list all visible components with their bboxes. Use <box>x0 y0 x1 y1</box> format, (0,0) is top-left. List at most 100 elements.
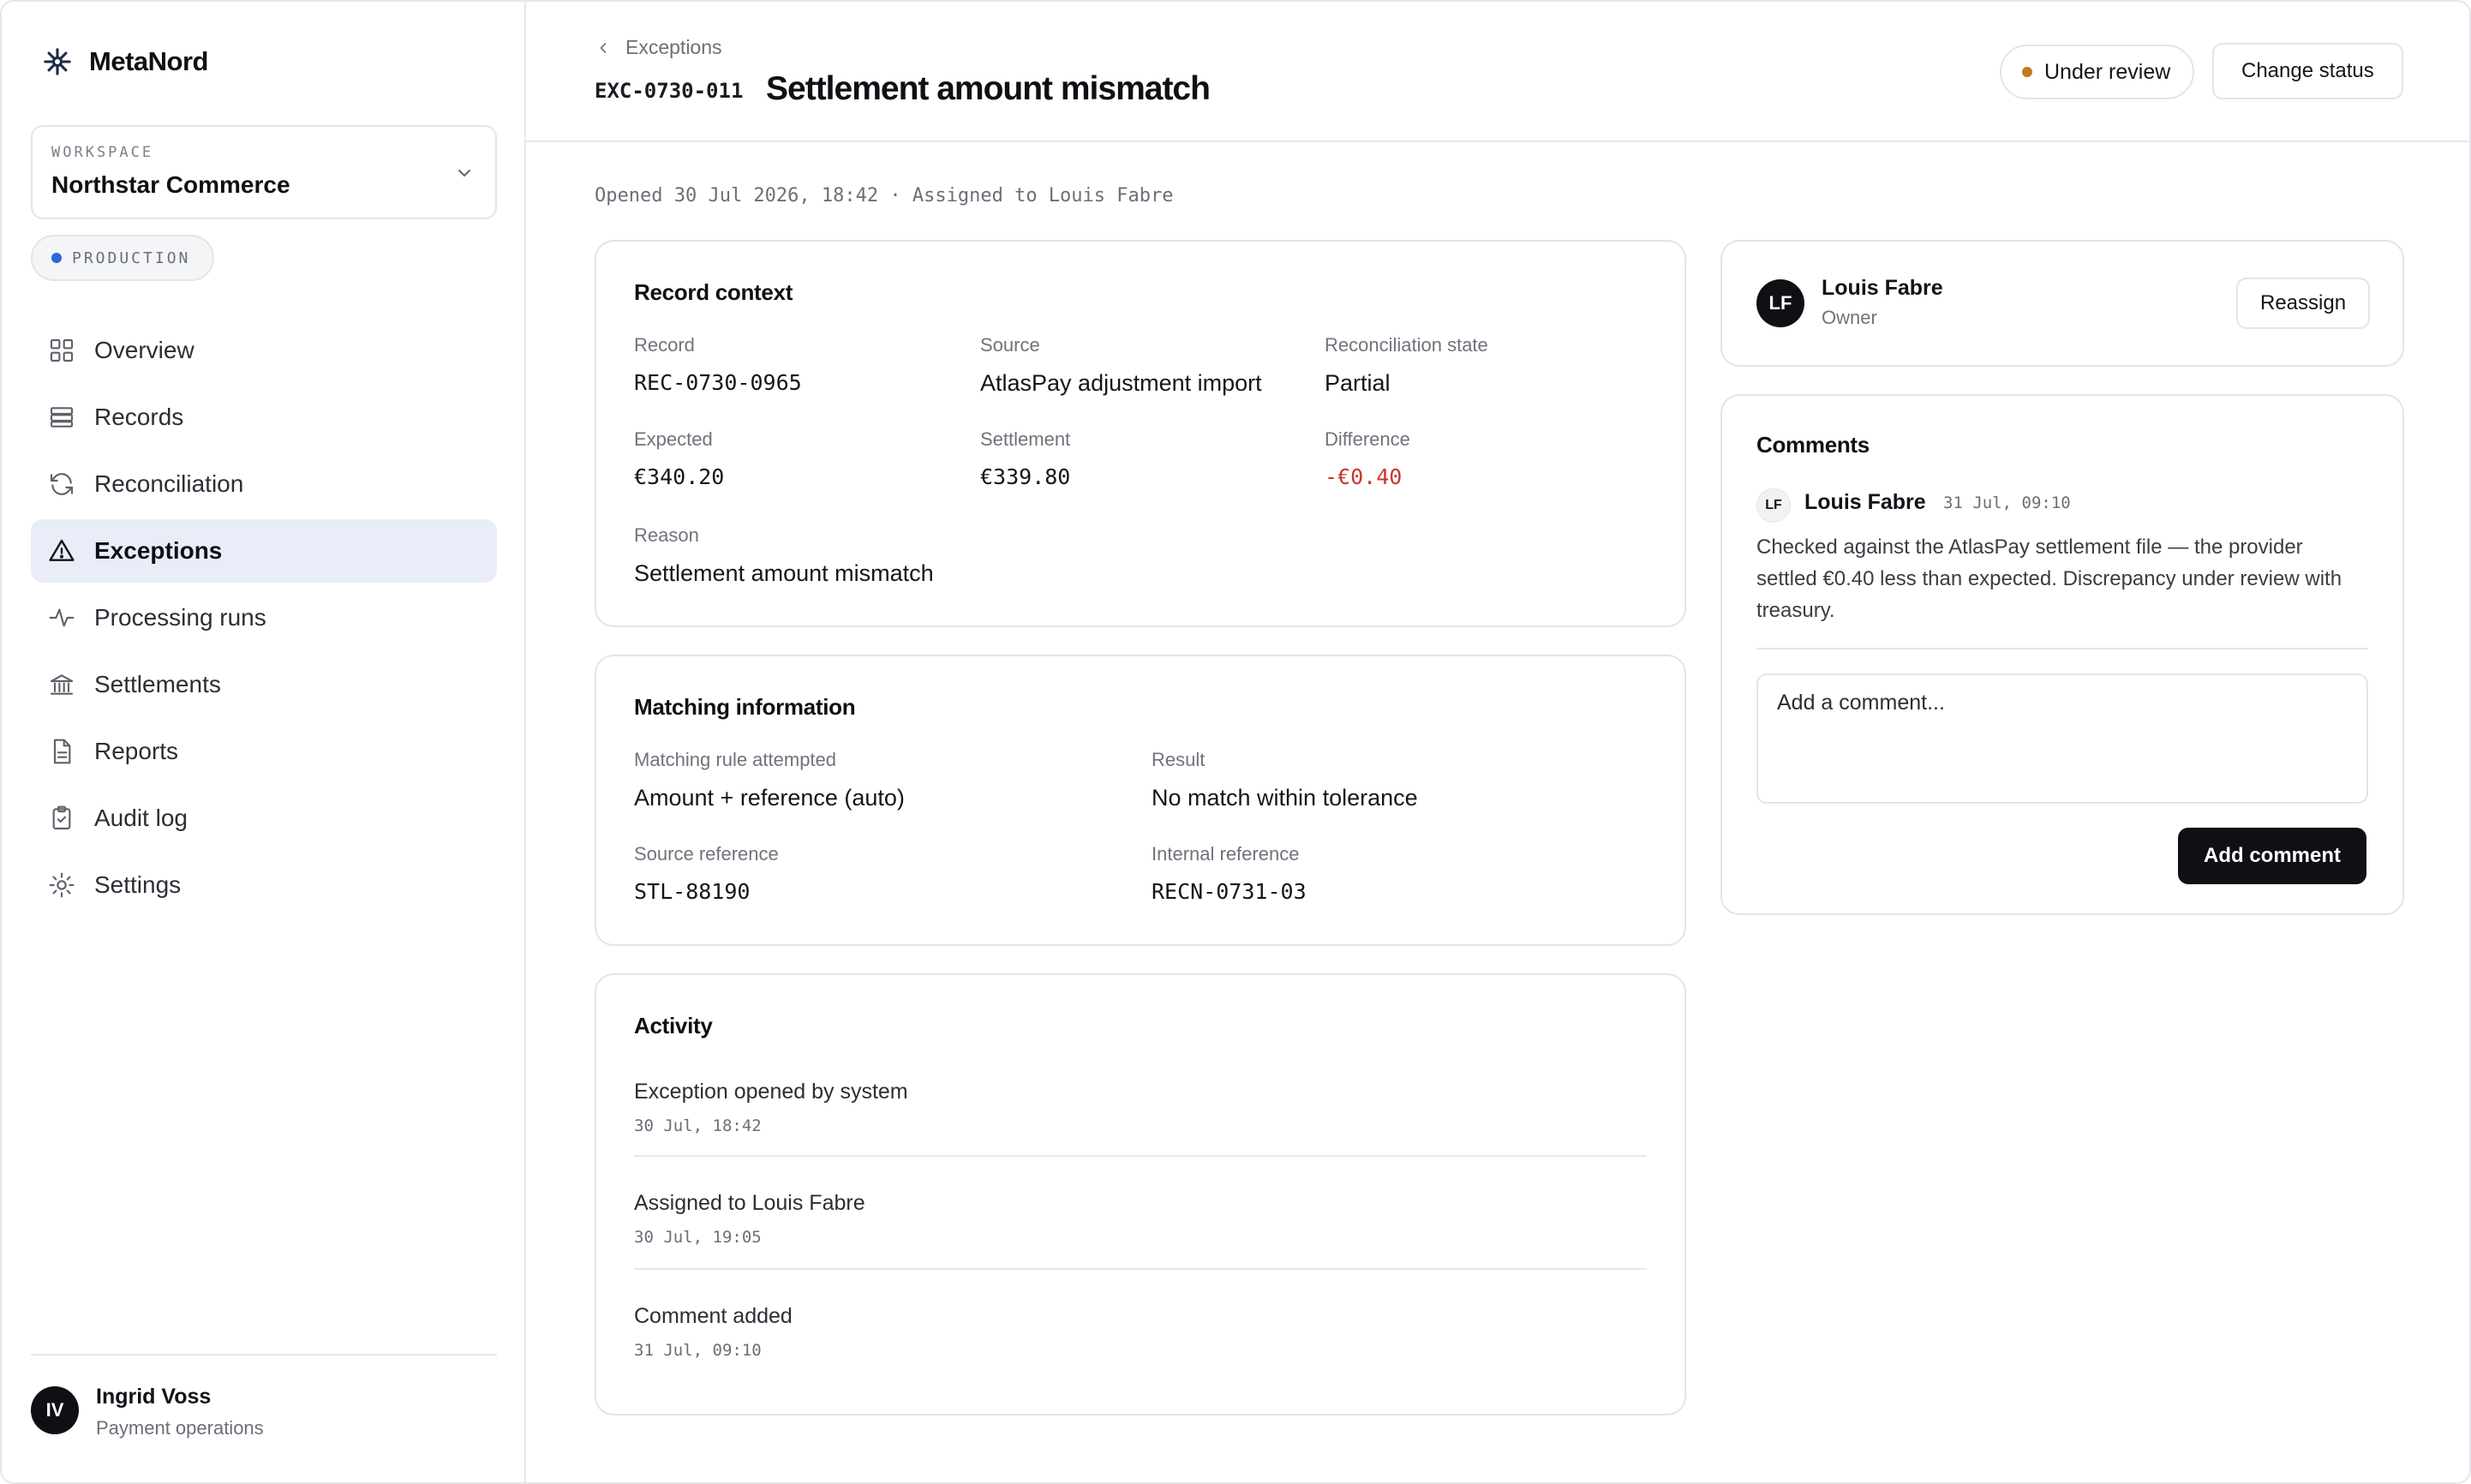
card-title: Matching information <box>634 694 856 720</box>
reason-label: Reason <box>634 524 699 546</box>
sidebar-item-label: Reconciliation <box>94 470 244 497</box>
internal-reference-value[interactable]: RECN-0731-03 <box>1152 879 1307 904</box>
workspace-name: Northstar Commerce <box>51 171 290 198</box>
source-reference-value[interactable]: STL-88190 <box>634 879 750 904</box>
sidebar-item-reports[interactable]: Reports <box>31 720 497 783</box>
logo-icon <box>44 48 71 75</box>
owner-role: Owner <box>1822 307 1877 328</box>
record-value[interactable]: REC-0730-0965 <box>634 370 802 395</box>
record-context-card: Record context Record REC-0730-0965 Sour… <box>595 240 1686 627</box>
activity-item: Exception opened by system 30 Jul, 18:42 <box>634 1080 1647 1135</box>
sidebar-nav: Overview Records Reconciliation Exceptio… <box>31 319 497 920</box>
result-value: No match within tolerance <box>1152 785 1418 811</box>
card-title: Record context <box>634 279 793 305</box>
main-content: Exceptions EXC-0730-011 Settlement amoun… <box>526 2 2469 1482</box>
add-comment-button[interactable]: Add comment <box>2178 828 2367 884</box>
activity-item: Assigned to Louis Fabre 30 Jul, 19:05 <box>634 1191 1647 1247</box>
refresh-icon <box>50 473 74 495</box>
bank-icon <box>50 674 74 695</box>
matching-rule-value: Amount + reference (auto) <box>634 785 905 811</box>
comment-body: Checked against the AtlasPay settlement … <box>1756 536 2342 622</box>
document-icon <box>53 739 71 764</box>
matching-rule-label: Matching rule attempted <box>634 749 837 770</box>
chevron-left-icon <box>600 42 607 53</box>
sidebar-item-audit-log[interactable]: Audit log <box>31 787 497 850</box>
activity-icon <box>49 608 75 627</box>
status-label: Under review <box>2044 59 2171 84</box>
comment-input[interactable] <box>1756 673 2368 804</box>
card-title: Activity <box>634 1013 713 1038</box>
comments-card: Comments LF Louis Fabre 31 Jul, 09:10 Ch… <box>1720 394 2404 915</box>
expected-label: Expected <box>634 428 713 450</box>
sidebar-item-label: Reports <box>94 738 179 764</box>
activity-title: Exception opened by system <box>634 1080 908 1104</box>
sidebar-item-processing-runs[interactable]: Processing runs <box>31 586 497 649</box>
workspace-label: WORKSPACE <box>51 144 154 161</box>
sidebar-item-label: Overview <box>94 337 194 363</box>
status-badge[interactable]: Under review <box>2000 45 2195 99</box>
brand[interactable]: MetaNord <box>43 46 208 77</box>
source-label: Source <box>980 334 1040 356</box>
settlement-label: Settlement <box>980 428 1071 450</box>
activity-title: Comment added <box>634 1304 793 1328</box>
environment-label: PRODUCTION <box>72 248 191 267</box>
reassign-button[interactable]: Reassign <box>2236 278 2371 329</box>
sidebar: MetaNord WORKSPACE Northstar Commerce PR… <box>2 2 526 1482</box>
sidebar-item-overview[interactable]: Overview <box>31 319 497 382</box>
record-label: Record <box>634 334 695 356</box>
breadcrumb[interactable]: Exceptions <box>595 36 722 59</box>
clipboard-check-icon <box>52 805 71 830</box>
expected-value: €340.20 <box>634 464 725 489</box>
sidebar-item-reconciliation[interactable]: Reconciliation <box>31 452 497 516</box>
sidebar-item-settings[interactable]: Settings <box>31 853 497 917</box>
card-title: Comments <box>1756 432 1870 458</box>
matching-information-card: Matching information Matching rule attem… <box>595 655 1686 946</box>
difference-value: -€0.40 <box>1325 464 1403 489</box>
environment-dot <box>51 253 62 263</box>
owner-card: LF Louis Fabre Owner Reassign <box>1720 240 2404 367</box>
reason-value: Settlement amount mismatch <box>634 560 934 586</box>
owner-name: Louis Fabre <box>1822 276 1943 300</box>
sidebar-item-label: Exceptions <box>94 537 223 564</box>
source-value: AtlasPay adjustment import <box>980 370 1262 396</box>
comment-author: Louis Fabre <box>1804 490 1926 514</box>
internal-reference-label: Internal reference <box>1152 843 1300 865</box>
activity-card: Activity Exception opened by system 30 J… <box>595 973 1686 1415</box>
grid-icon <box>50 338 74 362</box>
activity-time: 30 Jul, 19:05 <box>634 1228 762 1247</box>
change-status-button[interactable]: Change status <box>2212 43 2403 99</box>
sidebar-item-settlements[interactable]: Settlements <box>31 653 497 716</box>
comment-time: 31 Jul, 09:10 <box>1943 494 2071 512</box>
sidebar-item-exceptions[interactable]: Exceptions <box>31 519 497 583</box>
activity-title: Assigned to Louis Fabre <box>634 1191 865 1215</box>
divider <box>1756 648 2368 649</box>
sidebar-item-label: Audit log <box>94 805 188 831</box>
reconciliation-state-label: Reconciliation state <box>1325 334 1488 356</box>
environment-badge: PRODUCTION <box>31 235 215 281</box>
database-icon <box>50 407 74 428</box>
difference-label: Difference <box>1325 428 1410 450</box>
workspace-selector[interactable]: WORKSPACE Northstar Commerce <box>31 125 497 219</box>
app-window: MetaNord WORKSPACE Northstar Commerce PR… <box>0 0 2471 1484</box>
chevron-down-icon <box>458 170 470 177</box>
warning-triangle-icon <box>49 539 75 561</box>
user-name: Ingrid Voss <box>96 1385 212 1409</box>
gear-icon <box>49 872 75 898</box>
activity-time: 30 Jul, 18:42 <box>634 1116 762 1135</box>
divider <box>634 1268 1647 1270</box>
sidebar-item-label: Settings <box>94 871 182 898</box>
result-label: Result <box>1152 749 1206 770</box>
sidebar-item-label: Processing runs <box>94 604 266 631</box>
sidebar-item-label: Settlements <box>94 671 221 697</box>
avatar: LF <box>1756 279 1804 327</box>
settlement-value: €339.80 <box>980 464 1071 489</box>
sidebar-item-records[interactable]: Records <box>31 386 497 449</box>
activity-item: Comment added 31 Jul, 09:10 <box>634 1304 1647 1360</box>
brand-name: MetaNord <box>89 46 208 76</box>
activity-time: 31 Jul, 09:10 <box>634 1341 762 1360</box>
status-dot <box>2022 67 2032 77</box>
reconciliation-state-value: Partial <box>1325 370 1391 396</box>
opened-info: Opened 30 Jul 2026, 18:42 · Assigned to … <box>595 185 1174 206</box>
current-user[interactable]: IV Ingrid Voss Payment operations <box>31 1354 497 1482</box>
exception-id: EXC-0730-011 <box>595 79 744 103</box>
